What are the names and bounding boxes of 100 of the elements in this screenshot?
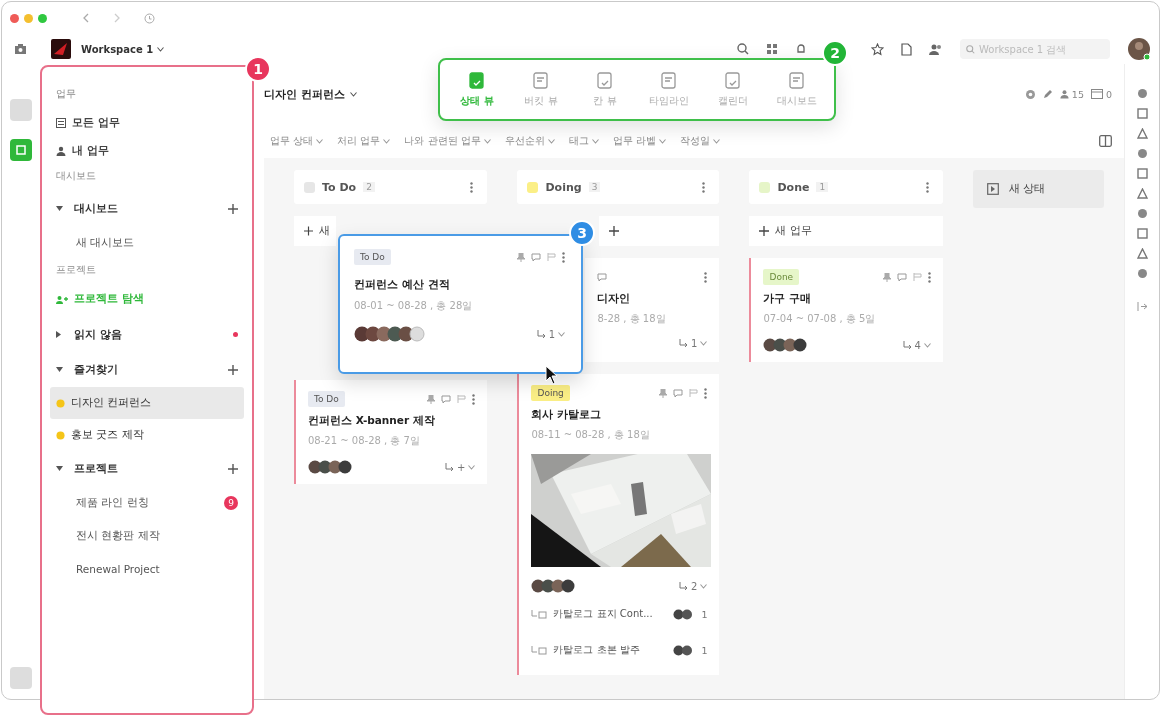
chevron-down-icon [483, 138, 491, 144]
comment-icon [673, 388, 684, 398]
subtask-toggle[interactable]: + [445, 461, 476, 473]
new-task-button[interactable]: 새 [294, 216, 336, 246]
subtask-toggle[interactable]: 4 [902, 339, 931, 351]
window-icon[interactable] [1090, 89, 1103, 99]
section-heading: 업무 [56, 87, 77, 101]
task-dates: 08-01 ~ 08-28 , 총 28일 [354, 299, 474, 313]
gear-icon[interactable] [1024, 88, 1036, 100]
tool-icon[interactable] [1136, 128, 1148, 139]
status-tag: Doing [531, 385, 570, 401]
side-panel-icon[interactable] [1099, 135, 1112, 147]
sidebar-group[interactable]: 대시보드 [74, 201, 118, 216]
pencil-icon[interactable] [1042, 89, 1053, 99]
tool-icon[interactable] [1136, 108, 1148, 119]
filter-dropdown[interactable]: 태그 [562, 134, 605, 148]
more-icon[interactable] [562, 251, 565, 263]
task-card[interactable]: Doing 회사 카탈로그 08-11 ~ 08-28 , 총 18일 2 카탈로그 표지 Cont... 1 카탈로그 초본 발주 1 [517, 374, 720, 675]
chevron-down-icon [712, 138, 720, 144]
home-icon[interactable] [14, 43, 27, 55]
plus-icon [304, 226, 313, 236]
sidebar-item[interactable]: 제품 라인 런칭 9 [50, 486, 244, 519]
project-title[interactable]: 디자인 컨퍼런스 [264, 86, 357, 102]
more-icon[interactable] [470, 181, 474, 193]
subtask-toggle[interactable]: 1 [536, 328, 565, 340]
member-count: 15 [1071, 88, 1084, 100]
filter-dropdown[interactable]: 나와 관련된 업무 [398, 134, 497, 148]
filter-dropdown[interactable]: 우선순위 [498, 134, 561, 148]
more-icon[interactable] [702, 181, 706, 193]
chevron-down-icon [383, 138, 391, 144]
sidebar-group[interactable]: 즐겨찾기 [74, 362, 118, 377]
tool-icon[interactable] [1136, 208, 1148, 219]
sidebar-item[interactable]: 새 대시보드 [50, 226, 244, 259]
task-count: 3 [588, 182, 601, 192]
maximize-button[interactable] [38, 13, 47, 23]
workspace-selector[interactable]: Workspace 1 [81, 43, 165, 55]
task-card[interactable]: Done 가구 구매 07-04 ~ 07-08 , 총 5일 4 [749, 258, 943, 362]
user-avatar[interactable] [1127, 37, 1151, 61]
add-icon[interactable] [228, 463, 238, 474]
plus-icon [609, 226, 620, 236]
close-button[interactable] [10, 13, 19, 23]
flag-icon [689, 389, 699, 397]
star-icon[interactable] [871, 42, 884, 56]
collapse-caret-icon[interactable] [56, 206, 64, 211]
tool-icon[interactable] [1136, 168, 1148, 179]
status-icon [304, 181, 315, 193]
bell-icon[interactable] [795, 43, 807, 55]
task-card[interactable]: To Do 컨퍼런스 X-banner 제작 08-21 ~ 08-28 , 총 7일 + [294, 380, 488, 484]
more-icon[interactable] [704, 271, 708, 283]
subtask-toggle[interactable]: 1 [679, 338, 708, 349]
document-icon[interactable] [901, 42, 912, 56]
collapse-caret-icon[interactable] [56, 367, 64, 372]
sidebar-item[interactable]: 홍보 굿즈 제작 [50, 419, 244, 451]
sidebar-item[interactable]: 내 업무 [50, 137, 244, 165]
more-icon[interactable] [472, 393, 476, 405]
tool-icon[interactable] [1136, 248, 1148, 259]
more-icon[interactable] [925, 181, 929, 193]
add-icon[interactable] [228, 203, 238, 214]
tool-icon[interactable] [1136, 188, 1148, 199]
sidebar-item[interactable]: 디자인 컨퍼런스 [50, 387, 244, 419]
person-icon[interactable] [1059, 89, 1069, 99]
filter-dropdown[interactable]: 업무 상태 [264, 134, 330, 148]
tool-icon[interactable] [1136, 88, 1148, 99]
collapse-icon[interactable] [1136, 302, 1148, 311]
column-title: Done [777, 180, 810, 194]
checklist-icon [468, 71, 486, 90]
filter-dropdown[interactable]: 처리 업무 [331, 134, 397, 148]
add-icon[interactable] [228, 364, 238, 375]
sidebar-group[interactable]: 읽지 않음 [74, 327, 122, 342]
sidebar-item[interactable]: Renewal Project [50, 552, 244, 585]
sidebar-group[interactable]: 프로젝트 [74, 461, 118, 476]
tool-icon[interactable] [1136, 148, 1148, 159]
new-status-button[interactable]: 새 상태 [972, 170, 1104, 208]
subtask-icon [445, 462, 455, 472]
sidebar-item[interactable]: 전시 현황판 제작 [50, 519, 244, 552]
people-icon[interactable] [929, 43, 943, 55]
comment-icon [597, 272, 608, 282]
task-dates: 08-11 ~ 08-28 , 총 18일 [531, 428, 651, 442]
search-icon[interactable] [737, 43, 749, 55]
grid-icon[interactable] [766, 43, 778, 55]
comment-icon [896, 272, 907, 282]
task-title: 컨퍼런스 예산 견적 [354, 277, 451, 292]
section-heading: 대시보드 [56, 169, 97, 183]
more-icon[interactable] [704, 387, 708, 399]
new-task-button[interactable]: 새 업무 [749, 216, 943, 246]
filter-dropdown[interactable]: 작성일 [673, 134, 726, 148]
tool-icon[interactable] [1136, 268, 1148, 279]
checklist-icon [596, 71, 614, 90]
document-icon [660, 71, 678, 90]
tool-icon[interactable] [1136, 228, 1148, 239]
sidebar-item[interactable]: 모든 업무 [50, 109, 244, 137]
collapse-caret-icon[interactable] [56, 466, 64, 471]
column-title: To Do [322, 180, 357, 194]
task-card[interactable]: 디자인 8-28 , 총 18일 1 [585, 258, 720, 362]
filter-dropdown[interactable]: 업무 라벨 [606, 134, 672, 148]
back-icon[interactable] [82, 13, 90, 23]
expand-caret-icon[interactable] [56, 331, 64, 338]
chevron-down-icon [923, 342, 931, 348]
more-icon[interactable] [927, 271, 931, 283]
subtask-toggle[interactable]: 2 [679, 580, 708, 592]
